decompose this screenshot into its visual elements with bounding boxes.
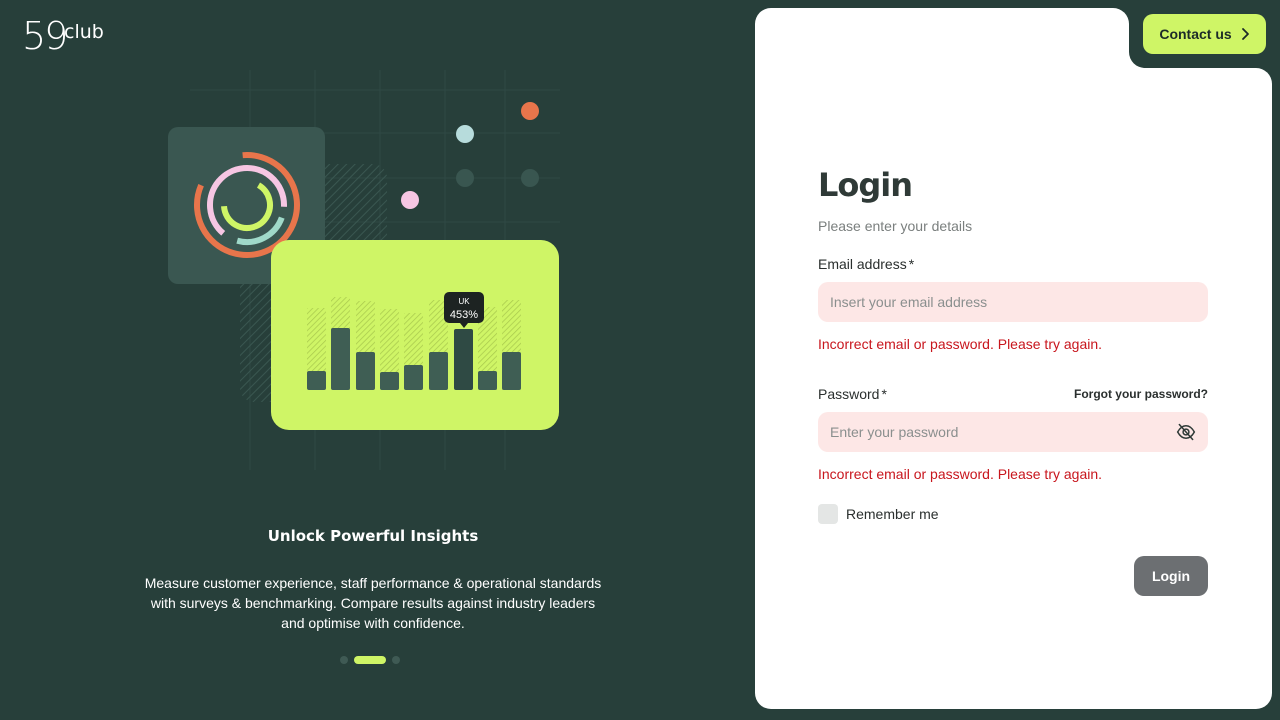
carousel-indicators [340, 656, 400, 664]
carousel-description: Measure customer experience, staff perfo… [144, 575, 602, 631]
carousel-title: Unlock Powerful Insights [267, 527, 479, 545]
remember-me-checkbox[interactable] [818, 504, 838, 524]
decor-dot-dark [456, 169, 474, 187]
password-label: Password [818, 386, 880, 402]
required-marker: * [881, 386, 887, 402]
email-label: Email address [818, 256, 907, 272]
email-field[interactable] [818, 282, 1208, 322]
page-title: Login [818, 166, 913, 204]
logo-word: club [64, 21, 104, 43]
carousel-dot[interactable] [392, 656, 400, 664]
password-field[interactable] [818, 412, 1208, 452]
chevron-right-icon [1241, 28, 1249, 40]
decor-dot-mint [456, 125, 474, 143]
email-label-row: Email address * [818, 256, 1208, 272]
password-wrapper [818, 402, 1208, 452]
contact-us-button[interactable]: Contact us [1143, 14, 1266, 54]
login-button-row: Login [818, 556, 1208, 596]
login-form: Login Please enter your details Email ad… [818, 160, 1208, 596]
remember-me-label: Remember me [846, 506, 939, 522]
carousel-dot-active[interactable] [354, 656, 386, 664]
carousel-dot[interactable] [340, 656, 348, 664]
tooltip-region: UK [458, 297, 470, 306]
contact-us-label: Contact us [1159, 26, 1232, 42]
email-error-message: Incorrect email or password. Please try … [818, 336, 1103, 352]
forgot-password-link[interactable]: Forgot your password? [1074, 387, 1208, 401]
password-error-message: Incorrect email or password. Please try … [818, 466, 1103, 482]
required-marker: * [908, 256, 915, 272]
eye-off-icon[interactable] [1176, 422, 1196, 442]
decor-dot-dark [521, 169, 539, 187]
brand-logo[interactable]: 59 club [22, 16, 112, 56]
dashboard-illustration: UK 453% [168, 70, 560, 470]
tooltip-value: 453% [450, 309, 478, 321]
decor-dot-orange [521, 102, 539, 120]
chart-tooltip: UK 453% [444, 292, 484, 328]
login-button[interactable]: Login [1134, 556, 1208, 596]
logo-number: 59 [22, 14, 68, 58]
remember-me-row: Remember me [818, 504, 1208, 524]
decor-dot-pink [401, 191, 419, 209]
password-label-row: Password * Forgot your password? [818, 386, 1208, 402]
page-subtitle: Please enter your details [818, 218, 973, 234]
